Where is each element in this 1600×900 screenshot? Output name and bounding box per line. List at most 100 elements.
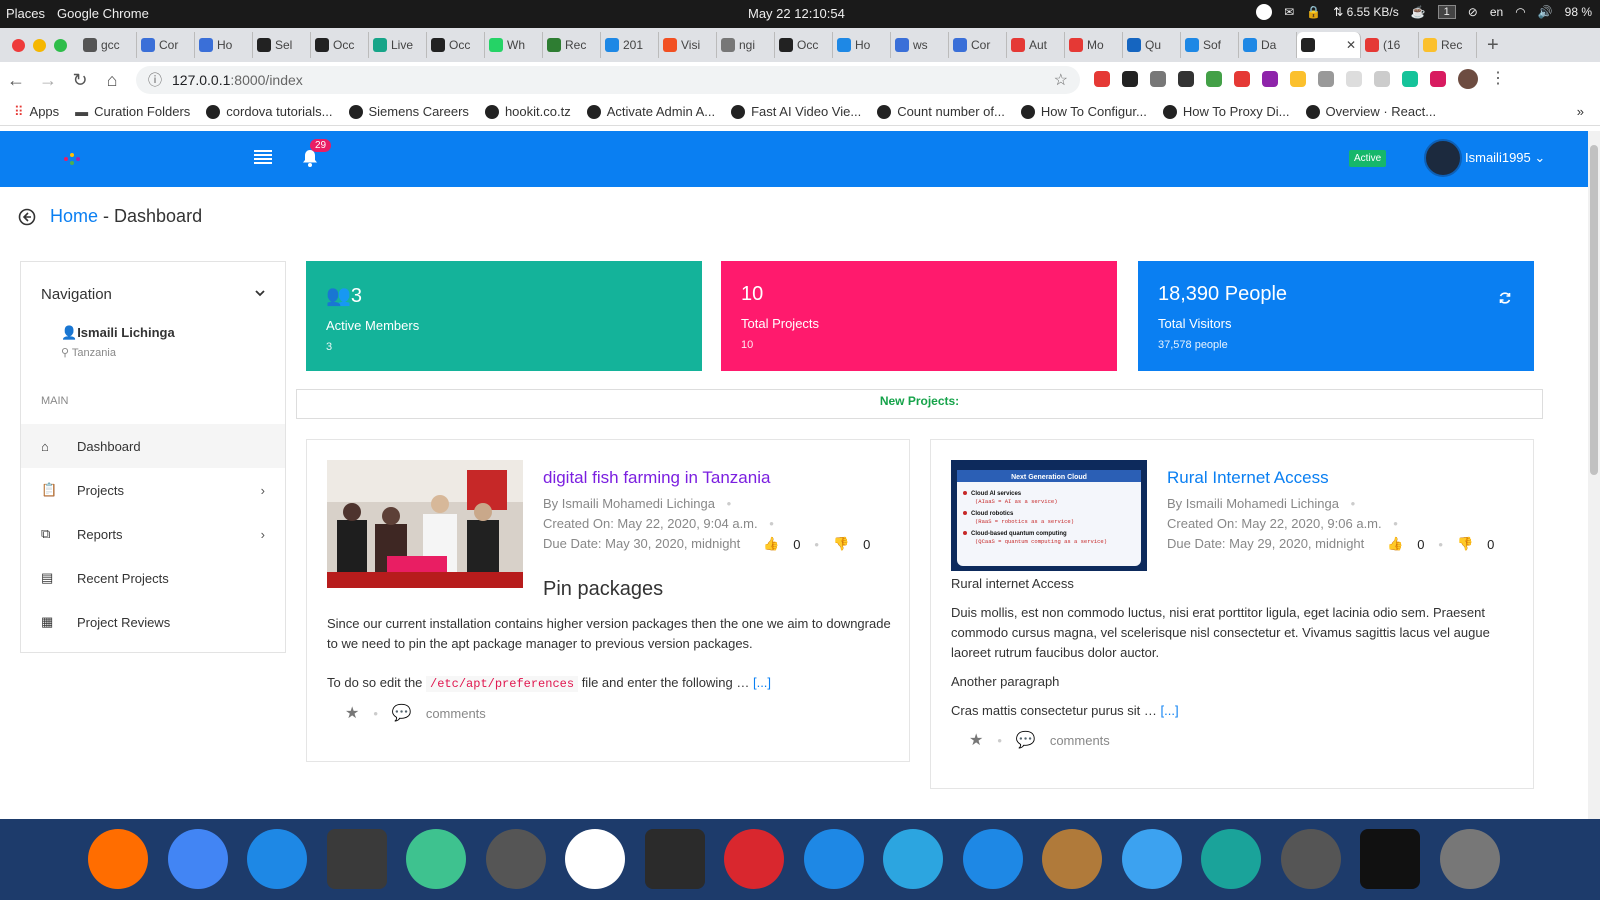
browser-tab[interactable]: Qu (1123, 32, 1181, 58)
atom-icon[interactable] (406, 829, 466, 889)
browser-tab[interactable]: Visi (659, 32, 717, 58)
extension-icon[interactable] (1262, 71, 1278, 87)
chrome-icon[interactable] (167, 829, 228, 889)
browser-tab[interactable]: ws (891, 32, 949, 58)
firefox-icon[interactable] (88, 829, 148, 889)
notification-count-badge[interactable]: 29 (310, 139, 332, 152)
wifi-icon[interactable]: ◠ (1515, 5, 1525, 19)
browser-tab[interactable]: Cor (949, 32, 1007, 58)
profile-avatar[interactable] (1458, 69, 1478, 89)
terminal-icon[interactable] (644, 829, 705, 889)
comments-icon[interactable]: 💬 (1016, 730, 1036, 750)
thumbs-down-icon[interactable]: 👎 (833, 536, 849, 552)
workspace-indicator[interactable]: 1 (1437, 5, 1456, 19)
browser-tab[interactable]: Rec (1419, 32, 1477, 58)
sidebar-item-project-reviews[interactable]: ▦ Project Reviews (21, 600, 285, 644)
star-icon[interactable]: ★ (345, 703, 359, 723)
home-button[interactable]: ⌂ (96, 70, 128, 91)
browser-tab[interactable]: Wh (485, 32, 543, 58)
back-circle-icon[interactable] (18, 208, 36, 226)
bookmark-item[interactable]: hookit.co.tz (484, 104, 571, 119)
comments-icon[interactable]: 💬 (392, 703, 412, 723)
extension-icon[interactable] (1178, 71, 1194, 87)
user-avatar[interactable] (1424, 139, 1462, 177)
vscode-icon[interactable] (247, 829, 307, 889)
thumbs-up-icon[interactable]: 👍 (763, 536, 779, 552)
browser-tab[interactable]: ✕ (1297, 32, 1361, 58)
bookmark-item[interactable]: Count number of... (877, 104, 1005, 119)
extension-icon[interactable] (1150, 71, 1166, 87)
maximize-window-button[interactable] (54, 38, 67, 52)
close-tab-icon[interactable]: ✕ (1346, 38, 1356, 52)
project-image[interactable] (327, 460, 523, 588)
forward-button[interactable]: → (32, 70, 64, 91)
chevron-down-icon[interactable] (253, 286, 267, 300)
menu-toggle-icon[interactable] (254, 149, 272, 165)
places-menu[interactable]: Places (6, 6, 45, 21)
project-title-link[interactable]: digital fish farming in Tanzania (543, 468, 770, 488)
site-logo[interactable] (60, 149, 84, 169)
browser-tab[interactable]: Rec (543, 32, 601, 58)
messages-icon[interactable] (803, 829, 864, 889)
browser-tab[interactable]: ngi (717, 32, 775, 58)
thumbs-up-icon[interactable]: 👍 (1387, 536, 1403, 552)
extension-icon[interactable] (1234, 71, 1250, 87)
volume-icon[interactable]: 🔊 (1538, 5, 1553, 19)
project-title-link[interactable]: Rural Internet Access (1167, 468, 1329, 488)
back-button[interactable]: ← (0, 70, 32, 91)
bookmarks-overflow-icon[interactable]: » (1577, 104, 1584, 119)
read-more-link[interactable]: [...] (1161, 703, 1179, 718)
browser-tab[interactable]: Da (1239, 32, 1297, 58)
user-menu[interactable]: Ismaili1995 ⌄ (1465, 150, 1545, 166)
disk-icon[interactable] (1280, 829, 1341, 889)
sidebar-item-dashboard[interactable]: ⌂ Dashboard (21, 424, 285, 468)
extension-icon[interactable] (1402, 71, 1418, 87)
telegram-icon[interactable] (883, 829, 943, 889)
read-more-link[interactable]: [...] (753, 675, 771, 690)
bookmark-star-icon[interactable]: ☆ (1054, 70, 1068, 90)
browser-tab[interactable]: Live (369, 32, 427, 58)
bookmark-item[interactable]: Fast AI Video Vie... (731, 104, 861, 119)
contacts-icon[interactable] (1042, 829, 1102, 889)
app-menu[interactable]: Google Chrome (57, 6, 149, 21)
bookmark-item[interactable]: How To Configur... (1020, 104, 1147, 119)
appstore-icon[interactable] (962, 829, 1023, 889)
sidebar-user[interactable]: 👤Ismaili Lichinga (61, 325, 175, 341)
sidebar-item-reports[interactable]: ⧉ Reports › (21, 512, 285, 556)
extension-icon[interactable] (1094, 71, 1110, 87)
xampp-icon[interactable] (485, 829, 546, 889)
browser-tab[interactable]: Ho (195, 32, 253, 58)
mail-tray-icon[interactable]: ✉ (1284, 5, 1294, 19)
cup-tray-icon[interactable]: ☕ (1411, 5, 1426, 19)
comments-link[interactable]: comments (1050, 733, 1110, 748)
page-scrollbar[interactable] (1588, 131, 1600, 819)
sidebar-item-recent-projects[interactable]: ▤ Recent Projects (21, 556, 285, 600)
block-tray-icon[interactable]: ⊘ (1468, 5, 1478, 19)
bookmark-item[interactable]: ▬ Curation Folders (75, 104, 190, 119)
slack-icon[interactable] (565, 829, 625, 889)
minimize-window-button[interactable] (33, 38, 46, 52)
extension-icon[interactable] (1346, 71, 1362, 87)
refresh-icon[interactable] (1498, 291, 1512, 305)
browser-tab[interactable]: Sof (1181, 32, 1239, 58)
browser-tab[interactable]: Occ (427, 32, 485, 58)
browser-tab[interactable]: Mo (1065, 32, 1123, 58)
url-field[interactable]: ⓘ 127.0.0.1:8000/index ☆ (136, 66, 1080, 94)
launcher-icon[interactable] (1439, 829, 1500, 889)
extension-icon[interactable] (1318, 71, 1334, 87)
finder-icon[interactable] (1121, 829, 1182, 889)
extension-icon[interactable] (1290, 71, 1306, 87)
comments-link[interactable]: comments (426, 706, 486, 721)
bookmark-item[interactable]: Activate Admin A... (586, 104, 715, 119)
mega-icon[interactable] (724, 829, 784, 889)
sublime-icon[interactable] (326, 829, 387, 889)
browser-tab[interactable]: Aut (1007, 32, 1065, 58)
lock-tray-icon[interactable]: 🔒 (1306, 5, 1321, 19)
new-tab-button[interactable]: + (1487, 34, 1499, 57)
bookmark-item[interactable]: How To Proxy Di... (1162, 104, 1290, 119)
battery-indicator[interactable]: 98 % (1565, 5, 1592, 19)
browser-tab[interactable]: Ho (833, 32, 891, 58)
bookmark-item[interactable]: Overview · React... (1305, 104, 1436, 119)
reload-button[interactable]: ↻ (64, 70, 96, 91)
browser-tab[interactable]: Occ (311, 32, 369, 58)
